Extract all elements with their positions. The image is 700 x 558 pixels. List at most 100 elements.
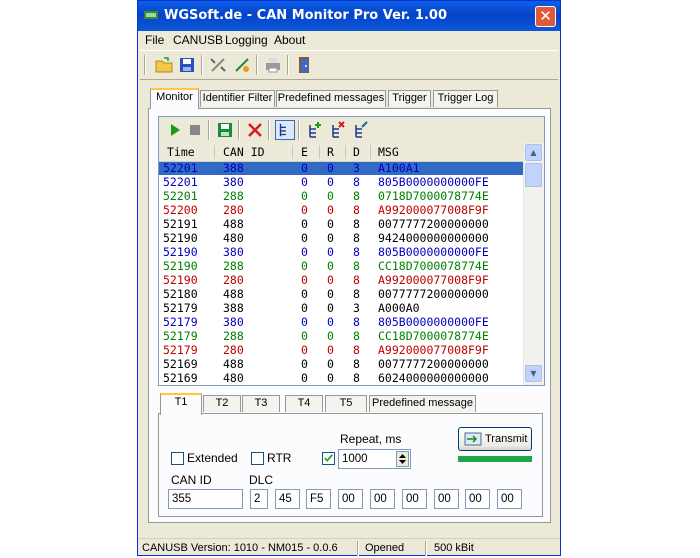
repeat-input[interactable]: 1000 (338, 449, 411, 469)
vertical-scrollbar[interactable]: ▲ ▼ (523, 143, 544, 385)
tab-monitor[interactable]: Monitor (150, 88, 199, 109)
column-d[interactable]: D (353, 145, 360, 159)
scroll-thumb[interactable] (525, 163, 542, 187)
cell-time: 52191 (163, 217, 198, 231)
data-byte-field[interactable]: 00 (370, 489, 395, 509)
column-msg[interactable]: MSG (378, 145, 399, 159)
repeat-checkbox[interactable] (322, 452, 335, 465)
table-row[interactable]: 52179 280 0 0 8 A992000077008F9F (159, 344, 523, 357)
table-row[interactable]: 52190 280 0 0 8 A992000077008F9F (159, 274, 523, 287)
cell-time: 52190 (163, 245, 198, 259)
cell-r: 0 (327, 287, 334, 301)
tab-t4[interactable]: T4 (285, 395, 323, 412)
play-icon[interactable] (165, 120, 185, 140)
title-bar[interactable]: WGSoft.de - CAN Monitor Pro Ver. 1.00 ✕ (138, 1, 560, 31)
rtr-checkbox[interactable] (251, 452, 264, 465)
open-folder-icon[interactable] (154, 55, 174, 75)
can-id-input[interactable]: 355 (168, 489, 243, 509)
clear-icon[interactable] (245, 120, 265, 140)
data-byte-field[interactable]: 00 (402, 489, 427, 509)
transmit-button[interactable]: Transmit (458, 427, 532, 451)
table-row[interactable]: 52201 388 0 0 3 A100A1 (159, 162, 523, 175)
message-grid[interactable]: Time CAN ID E R D MSG 52201 388 0 0 3 A100A1 5… (159, 143, 523, 385)
cell-msg: 0077777200000000 (378, 287, 489, 301)
table-row[interactable]: 52191 488 0 0 8 0077777200000000 (159, 218, 523, 231)
can-id-label: CAN ID (171, 473, 212, 487)
data-byte-field[interactable]: 00 (465, 489, 490, 509)
column-can-id[interactable]: CAN ID (223, 145, 265, 159)
column-divider (214, 145, 215, 159)
cell-r: 0 (327, 315, 334, 329)
tree-add-icon[interactable] (305, 120, 325, 140)
save-icon[interactable] (215, 120, 235, 140)
tree-view-icon[interactable] (275, 120, 295, 140)
cell-e: 0 (301, 231, 308, 245)
transmit-tabs: T1 T2 T3 T4 T5 Predefined message (158, 393, 543, 415)
table-row[interactable]: 52179 288 0 0 8 CC18D7000078774E (159, 330, 523, 343)
data-byte-field[interactable]: F5 (306, 489, 331, 509)
menu-logging[interactable]: Logging (225, 33, 268, 47)
table-row[interactable]: 52190 288 0 0 8 CC18D7000078774E (159, 260, 523, 273)
column-time[interactable]: Time (167, 145, 195, 159)
table-row[interactable]: 52190 380 0 0 8 805B0000000000FE (159, 246, 523, 259)
table-row[interactable]: 52200 280 0 0 8 A992000077008F9F (159, 204, 523, 217)
tab-trigger[interactable]: Trigger (388, 90, 431, 107)
table-row[interactable]: 52169 480 0 0 8 6024000000000000 (159, 372, 523, 385)
menu-file[interactable]: File (145, 33, 164, 47)
toolbar-separator (256, 55, 258, 75)
table-row[interactable]: 52179 380 0 0 8 805B0000000000FE (159, 316, 523, 329)
extended-checkbox[interactable] (171, 452, 184, 465)
disconnect-icon[interactable] (208, 55, 228, 75)
cell-e: 0 (301, 245, 308, 259)
save-icon[interactable] (177, 55, 197, 75)
tab-identifier-filter[interactable]: Identifier Filter (200, 90, 275, 107)
status-bar: CANUSB Version: 1010 - NM015 - 0.0.6 Ope… (138, 538, 560, 558)
tab-t3[interactable]: T3 (242, 395, 280, 412)
cell-e: 0 (301, 203, 308, 217)
data-byte-field[interactable]: 00 (338, 489, 363, 509)
print-icon[interactable] (263, 55, 283, 75)
scroll-down-button[interactable]: ▼ (525, 365, 542, 382)
data-byte-field[interactable]: 45 (275, 489, 300, 509)
tab-predefined-messages[interactable]: Predefined messages (276, 90, 386, 107)
data-byte-field[interactable]: 00 (434, 489, 459, 509)
column-e[interactable]: E (301, 145, 308, 159)
cell-r: 0 (327, 273, 334, 287)
table-row[interactable]: 52180 488 0 0 8 0077777200000000 (159, 288, 523, 301)
table-row[interactable]: 52190 480 0 0 8 9424000000000000 (159, 232, 523, 245)
column-divider (345, 145, 346, 159)
close-button[interactable]: ✕ (535, 6, 556, 27)
tree-edit-icon[interactable] (351, 120, 371, 140)
tab-t1[interactable]: T1 (160, 393, 202, 415)
table-row[interactable]: 52169 488 0 0 8 0077777200000000 (159, 358, 523, 371)
dlc-input[interactable]: 2 (250, 489, 268, 509)
cell-msg: 0077777200000000 (378, 357, 489, 371)
cell-id: 388 (223, 161, 244, 175)
cell-r: 0 (327, 175, 334, 189)
tree-delete-icon[interactable] (328, 120, 348, 140)
cell-time: 52179 (163, 301, 198, 315)
exit-door-icon[interactable] (295, 55, 315, 75)
repeat-spinner[interactable] (396, 451, 409, 467)
table-row[interactable]: 52201 288 0 0 8 0718D7000078774E (159, 190, 523, 203)
tab-t2[interactable]: T2 (203, 395, 241, 412)
monitor-view: Time CAN ID E R D MSG 52201 388 0 0 3 A100A1 5… (158, 116, 545, 386)
table-row[interactable]: 52201 380 0 0 8 805B0000000000FE (159, 176, 523, 189)
connect-icon[interactable] (232, 55, 252, 75)
menu-canusb[interactable]: CANUSB (173, 33, 223, 47)
toolbar-grip (144, 55, 146, 75)
toolbar-separator (201, 55, 203, 75)
stop-icon[interactable] (185, 120, 205, 140)
app-window: WGSoft.de - CAN Monitor Pro Ver. 1.00 ✕ … (137, 0, 561, 556)
cell-e: 0 (301, 273, 308, 287)
tab-trigger-log[interactable]: Trigger Log (433, 90, 498, 107)
tab-t5[interactable]: T5 (325, 395, 367, 412)
scroll-up-button[interactable]: ▲ (525, 144, 542, 161)
menu-about[interactable]: About (274, 33, 305, 47)
column-r[interactable]: R (327, 145, 334, 159)
tab-predefined-message[interactable]: Predefined message (369, 395, 476, 412)
cell-r: 0 (327, 217, 334, 231)
data-byte-field[interactable]: 00 (497, 489, 522, 509)
table-row[interactable]: 52179 388 0 0 3 A000A0 (159, 302, 523, 315)
toolbar-separator (208, 120, 210, 140)
